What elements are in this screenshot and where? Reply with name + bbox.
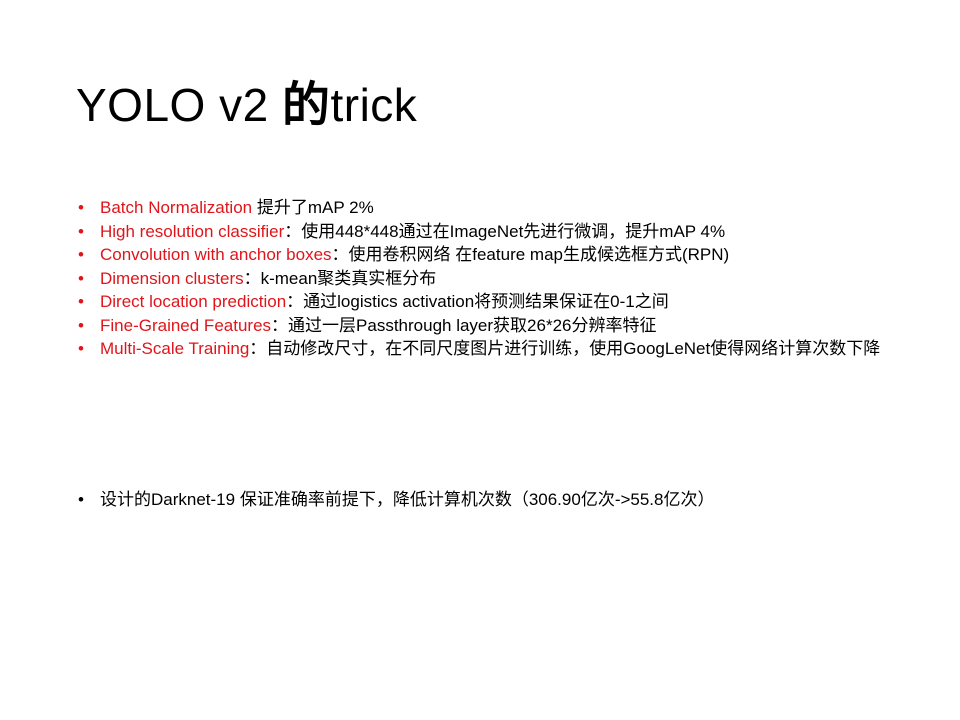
- trick-term: Convolution with anchor boxes: [100, 245, 332, 264]
- trick-term: Dimension clusters: [100, 268, 244, 288]
- trick-description: k-mean聚类真实框分布: [260, 268, 437, 288]
- trick-term: Multi-Scale Training: [100, 339, 250, 358]
- trick-separator: ：: [331, 245, 349, 264]
- page-title: YOLO v2 的trick: [76, 74, 417, 137]
- summary-list: • 设计的Darknet-19 保证准确率前提下，降低计算机次数（306.90亿次…: [78, 488, 898, 512]
- bullet-icon: •: [78, 292, 84, 311]
- trick-list: • Batch Normalization 提升了mAP 2% • High res…: [78, 196, 898, 361]
- bullet-icon: •: [78, 315, 84, 335]
- list-item-multi-scale-training: • Multi-Scale Training：自动修改尺寸，在不同尺度图片进行训练…: [78, 337, 898, 361]
- trick-description: 使用卷积网络 在feature map生成候选框方式(RPN): [348, 245, 730, 264]
- title-latin: YOLO v2: [76, 79, 282, 131]
- trick-separator: ：: [271, 315, 289, 335]
- trick-separator: ：: [286, 292, 304, 311]
- trick-description: 使用448*448通过在ImageNet先进行微调，提升mAP 4%: [301, 221, 726, 241]
- trick-term: Direct location prediction: [100, 292, 287, 311]
- trick-term: Batch Normalization: [100, 198, 253, 217]
- list-item-darknet-19: • 设计的Darknet-19 保证准确率前提下，降低计算机次数（306.90亿次…: [78, 488, 898, 512]
- list-item-convolution-anchor-boxes: • Convolution with anchor boxes：使用卷积网络 在f…: [78, 243, 898, 267]
- trick-separator: ：: [284, 221, 302, 241]
- bullet-icon: •: [78, 268, 84, 288]
- title-suffix: trick: [330, 79, 418, 131]
- trick-term: Fine-Grained Features: [100, 315, 272, 335]
- list-item-fine-grained-features: • Fine-Grained Features：通过一层Passthrough l…: [78, 314, 898, 338]
- list-item-dimension-clusters: • Dimension clusters：k-mean聚类真实框分布: [78, 267, 898, 291]
- list-item-high-resolution-classifier: • High resolution classifier：使用448*448通过在…: [78, 220, 898, 244]
- bullet-icon: •: [78, 198, 84, 217]
- trick-separator: ：: [249, 339, 267, 358]
- bullet-icon: •: [78, 221, 84, 241]
- summary-text: 设计的Darknet-19 保证准确率前提下，降低计算机次数（306.90亿次-…: [100, 490, 715, 509]
- slide: YOLO v2 的trick • Batch Normalization 提升了m…: [0, 0, 960, 720]
- list-item-batch-normalization: • Batch Normalization 提升了mAP 2%: [78, 196, 898, 220]
- list-item-direct-location-prediction: • Direct location prediction：通过logistics …: [78, 290, 898, 314]
- bullet-icon: •: [78, 490, 84, 509]
- trick-description: 自动修改尺寸，在不同尺度图片进行训练，使用GoogLeNet使得网络计算次数下降: [266, 339, 881, 358]
- bullet-icon: •: [78, 245, 84, 264]
- trick-separator: ：: [243, 268, 261, 288]
- trick-description: 提升了mAP 2%: [256, 198, 374, 217]
- title-cjk: 的: [281, 79, 331, 132]
- trick-term: High resolution classifier: [100, 221, 285, 241]
- trick-description: 通过logistics activation将预测结果保证在0-1之间: [303, 292, 669, 311]
- bullet-icon: •: [78, 339, 84, 358]
- trick-description: 通过一层Passthrough layer获取26*26分辨率特征: [288, 315, 657, 335]
